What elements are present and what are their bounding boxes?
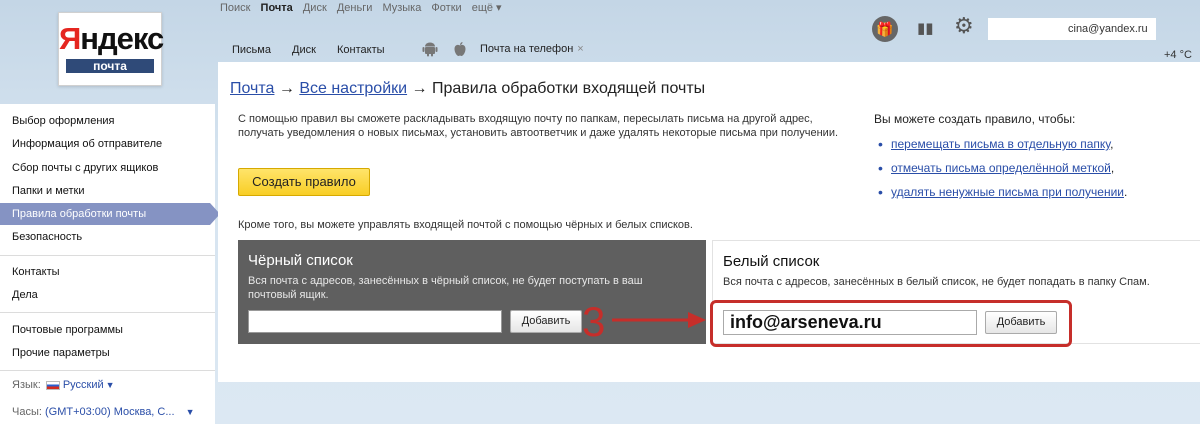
nav-disk[interactable]: Диск [292, 44, 316, 56]
rule-link-delete[interactable]: удалять ненужные письма при получении [891, 185, 1124, 199]
android-icon[interactable] [422, 41, 438, 57]
breadcrumb: Почта → Все настройки → Правила обработк… [230, 80, 706, 97]
sidebar-item-security[interactable]: Безопасность [0, 226, 215, 248]
timezone-setting: Часы: (GMT+03:00) Москва, С... ▼ [12, 406, 195, 418]
whitelist-email-input[interactable]: info@arseneva.ru [723, 310, 977, 335]
books-icon[interactable]: ▮▮ [917, 19, 934, 37]
page-title: Правила обработки входящей почты [431, 80, 706, 97]
logo-wordmark: Яндекс [59, 21, 164, 56]
settings-sidebar: Выбор оформления Информация об отправите… [0, 104, 220, 424]
service-link-disk[interactable]: Диск [303, 2, 327, 14]
language-label: Язык: [12, 379, 41, 391]
list-item: удалять ненужные письма при получении. [874, 180, 1194, 204]
blacklist-email-input[interactable] [248, 310, 502, 333]
sidebar-item-contacts[interactable]: Контакты [0, 261, 215, 283]
sidebar-item-collect-mail[interactable]: Сбор почты с других ящиков [0, 157, 215, 179]
sidebar-divider [0, 312, 215, 313]
phone-tab[interactable]: Почта на телефон [480, 43, 573, 55]
sidebar-item-mail-programs[interactable]: Почтовые программы [0, 319, 215, 341]
sidebar-item-appearance[interactable]: Выбор оформления [0, 110, 215, 132]
chevron-down-icon[interactable]: ▼ [106, 380, 115, 390]
whitelist-description: Вся почта с адресов, занесённых в белый … [723, 276, 1150, 288]
timezone-label: Часы: [12, 406, 42, 418]
breadcrumb-mail[interactable]: Почта [230, 80, 274, 97]
chevron-down-icon[interactable]: ▼ [186, 407, 195, 417]
sidebar-item-mail-rules[interactable]: Правила обработки почты [0, 203, 220, 225]
rules-settings-panel: Почта → Все настройки → Правила обработк… [218, 62, 1200, 382]
blacklist-panel: Чёрный список Вся почта с адресов, занес… [238, 240, 706, 344]
whitelist-add-button[interactable]: Добавить [985, 311, 1057, 334]
service-link-mail[interactable]: Почта [261, 2, 293, 14]
lists-note: Кроме того, вы можете управлять входящей… [238, 219, 693, 231]
blacklist-description: Вся почта с адресов, занесённых в чёрный… [248, 275, 643, 301]
list-item: отмечать письма определённой меткой, [874, 156, 1194, 180]
blacklist-title: Чёрный список [248, 252, 353, 269]
breadcrumb-all-settings[interactable]: Все настройки [299, 80, 407, 97]
gift-icon[interactable]: 🎁 [872, 16, 898, 42]
gear-icon[interactable]: ⚙ [954, 14, 974, 38]
nav-letters[interactable]: Письма [232, 44, 271, 56]
sidebar-item-sender-info[interactable]: Информация об отправителе [0, 133, 215, 155]
russia-flag-icon [45, 380, 60, 390]
mobile-platforms: Почта на телефон × [422, 40, 584, 58]
weather-widget[interactable]: +4 °C [1164, 49, 1192, 61]
whitelist-panel: Белый список Вся почта с адресов, занесё… [712, 240, 1200, 344]
sidebar-divider [0, 370, 215, 371]
phone-tab-close-icon[interactable]: × [577, 43, 583, 55]
service-link-search[interactable]: Поиск [220, 2, 250, 14]
mail-nav: Письма Диск Контакты [232, 44, 403, 56]
rules-intro-text: С помощью правил вы сможете раскладывать… [238, 113, 839, 139]
logo-subtitle: почта [66, 59, 154, 73]
rules-heading: Вы можете создать правило, чтобы: [874, 112, 1076, 126]
service-link-music[interactable]: Музыка [382, 2, 421, 14]
sidebar-item-other-params[interactable]: Прочие параметры [0, 342, 215, 364]
service-link-more[interactable]: ещё ▾ [472, 2, 502, 14]
nav-contacts[interactable]: Контакты [337, 44, 385, 56]
sidebar-divider [0, 255, 215, 256]
language-setting: Язык: Русский ▼ [12, 379, 115, 391]
service-link-money[interactable]: Деньги [337, 2, 373, 14]
language-select[interactable]: Русский [63, 379, 104, 391]
service-link-photos[interactable]: Фотки [431, 2, 461, 14]
sidebar-item-folders-labels[interactable]: Папки и метки [0, 180, 215, 202]
user-email[interactable]: cina@yandex.ru [988, 18, 1156, 40]
yandex-mail-logo[interactable]: Яндекс почта [58, 12, 164, 86]
rule-link-label[interactable]: отмечать письма определённой меткой [891, 161, 1111, 175]
services-menu: Поиск Почта Диск Деньги Музыка Фотки ещё… [220, 1, 509, 14]
sidebar-item-tasks[interactable]: Дела [0, 284, 215, 306]
timezone-select[interactable]: (GMT+03:00) Москва, С... [45, 406, 175, 418]
blacklist-add-button[interactable]: Добавить [510, 310, 582, 333]
rule-link-move[interactable]: перемещать письма в отдельную папку [891, 137, 1110, 151]
apple-icon[interactable] [452, 41, 468, 57]
whitelist-title: Белый список [723, 253, 820, 270]
rules-suggestions: Вы можете создать правило, чтобы: переме… [874, 112, 1194, 204]
list-item: перемещать письма в отдельную папку, [874, 132, 1194, 156]
create-rule-button[interactable]: Создать правило [238, 168, 370, 196]
top-bar: Яндекс почта Поиск Почта Диск Деньги Муз… [0, 0, 1200, 86]
